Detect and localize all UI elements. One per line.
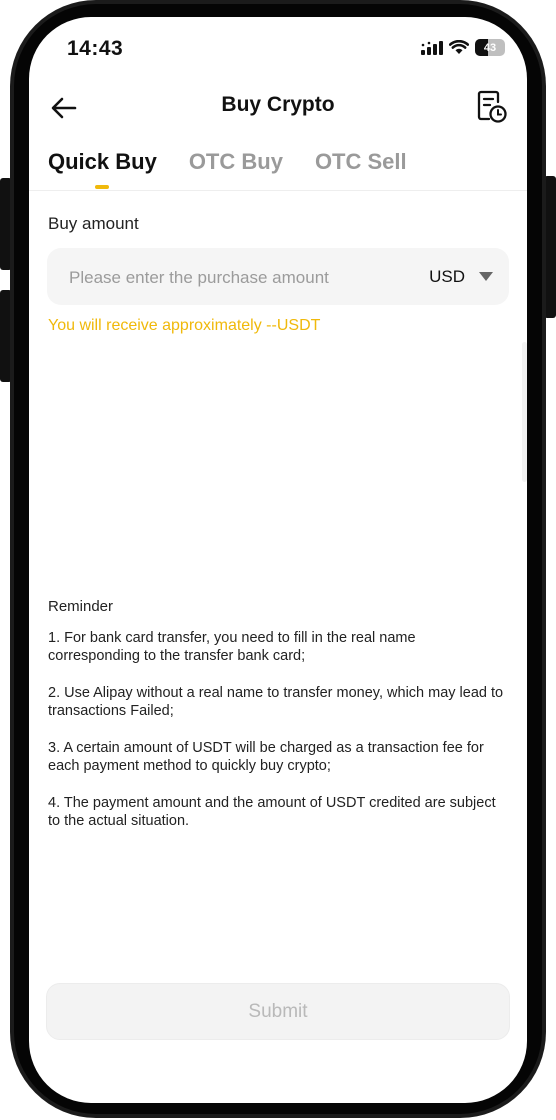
reminder-item: 3. A certain amount of USDT will be char… [48,740,484,774]
tab-quick-buy[interactable]: Quick Buy [48,149,157,189]
tab-otc-sell[interactable]: OTC Sell [315,149,407,175]
tab-otc-buy[interactable]: OTC Buy [189,149,283,175]
reminder-list: 1. For bank card transfer, you need to f… [48,629,505,849]
receive-estimate: You will receive approximately --USDT [48,317,321,334]
reminder-item: 2. Use Alipay without a real name to tra… [48,685,504,719]
currency-value: USD [429,266,465,286]
submit-button[interactable]: Submit [46,983,510,1040]
amount-field-container: USD [47,248,509,307]
tab-label: OTC Sell [314,149,407,174]
app-screen: 14:43 43 Buy Crypto Quick Buy OTC Buy OT… [29,17,527,1103]
active-tab-indicator [95,185,110,189]
amount-input[interactable] [67,248,401,307]
status-time: 14:43 [67,37,124,60]
tab-bar: Quick Buy OTC Buy OTC Sell [48,149,407,189]
status-icons: 43 [421,39,505,56]
scrollbar [522,342,527,482]
order-history-icon [477,90,507,123]
tab-label: Quick Buy [48,149,157,174]
cellular-signal-icon [421,40,443,55]
caret-down-icon [479,272,493,281]
battery-level: 43 [483,41,497,54]
battery-icon: 43 [475,39,505,56]
order-history-button[interactable] [475,89,509,125]
buy-amount-label: Buy amount [48,214,139,233]
page-title: Buy Crypto [221,93,335,116]
wifi-icon [449,40,469,54]
reminder-item: 1. For bank card transfer, you need to f… [48,630,416,664]
reminder-title: Reminder [48,598,114,615]
tab-label: OTC Buy [188,149,283,174]
reminder-item: 4. The payment amount and the amount of … [48,795,496,829]
divider [29,190,527,191]
currency-select[interactable]: USD [429,248,493,305]
